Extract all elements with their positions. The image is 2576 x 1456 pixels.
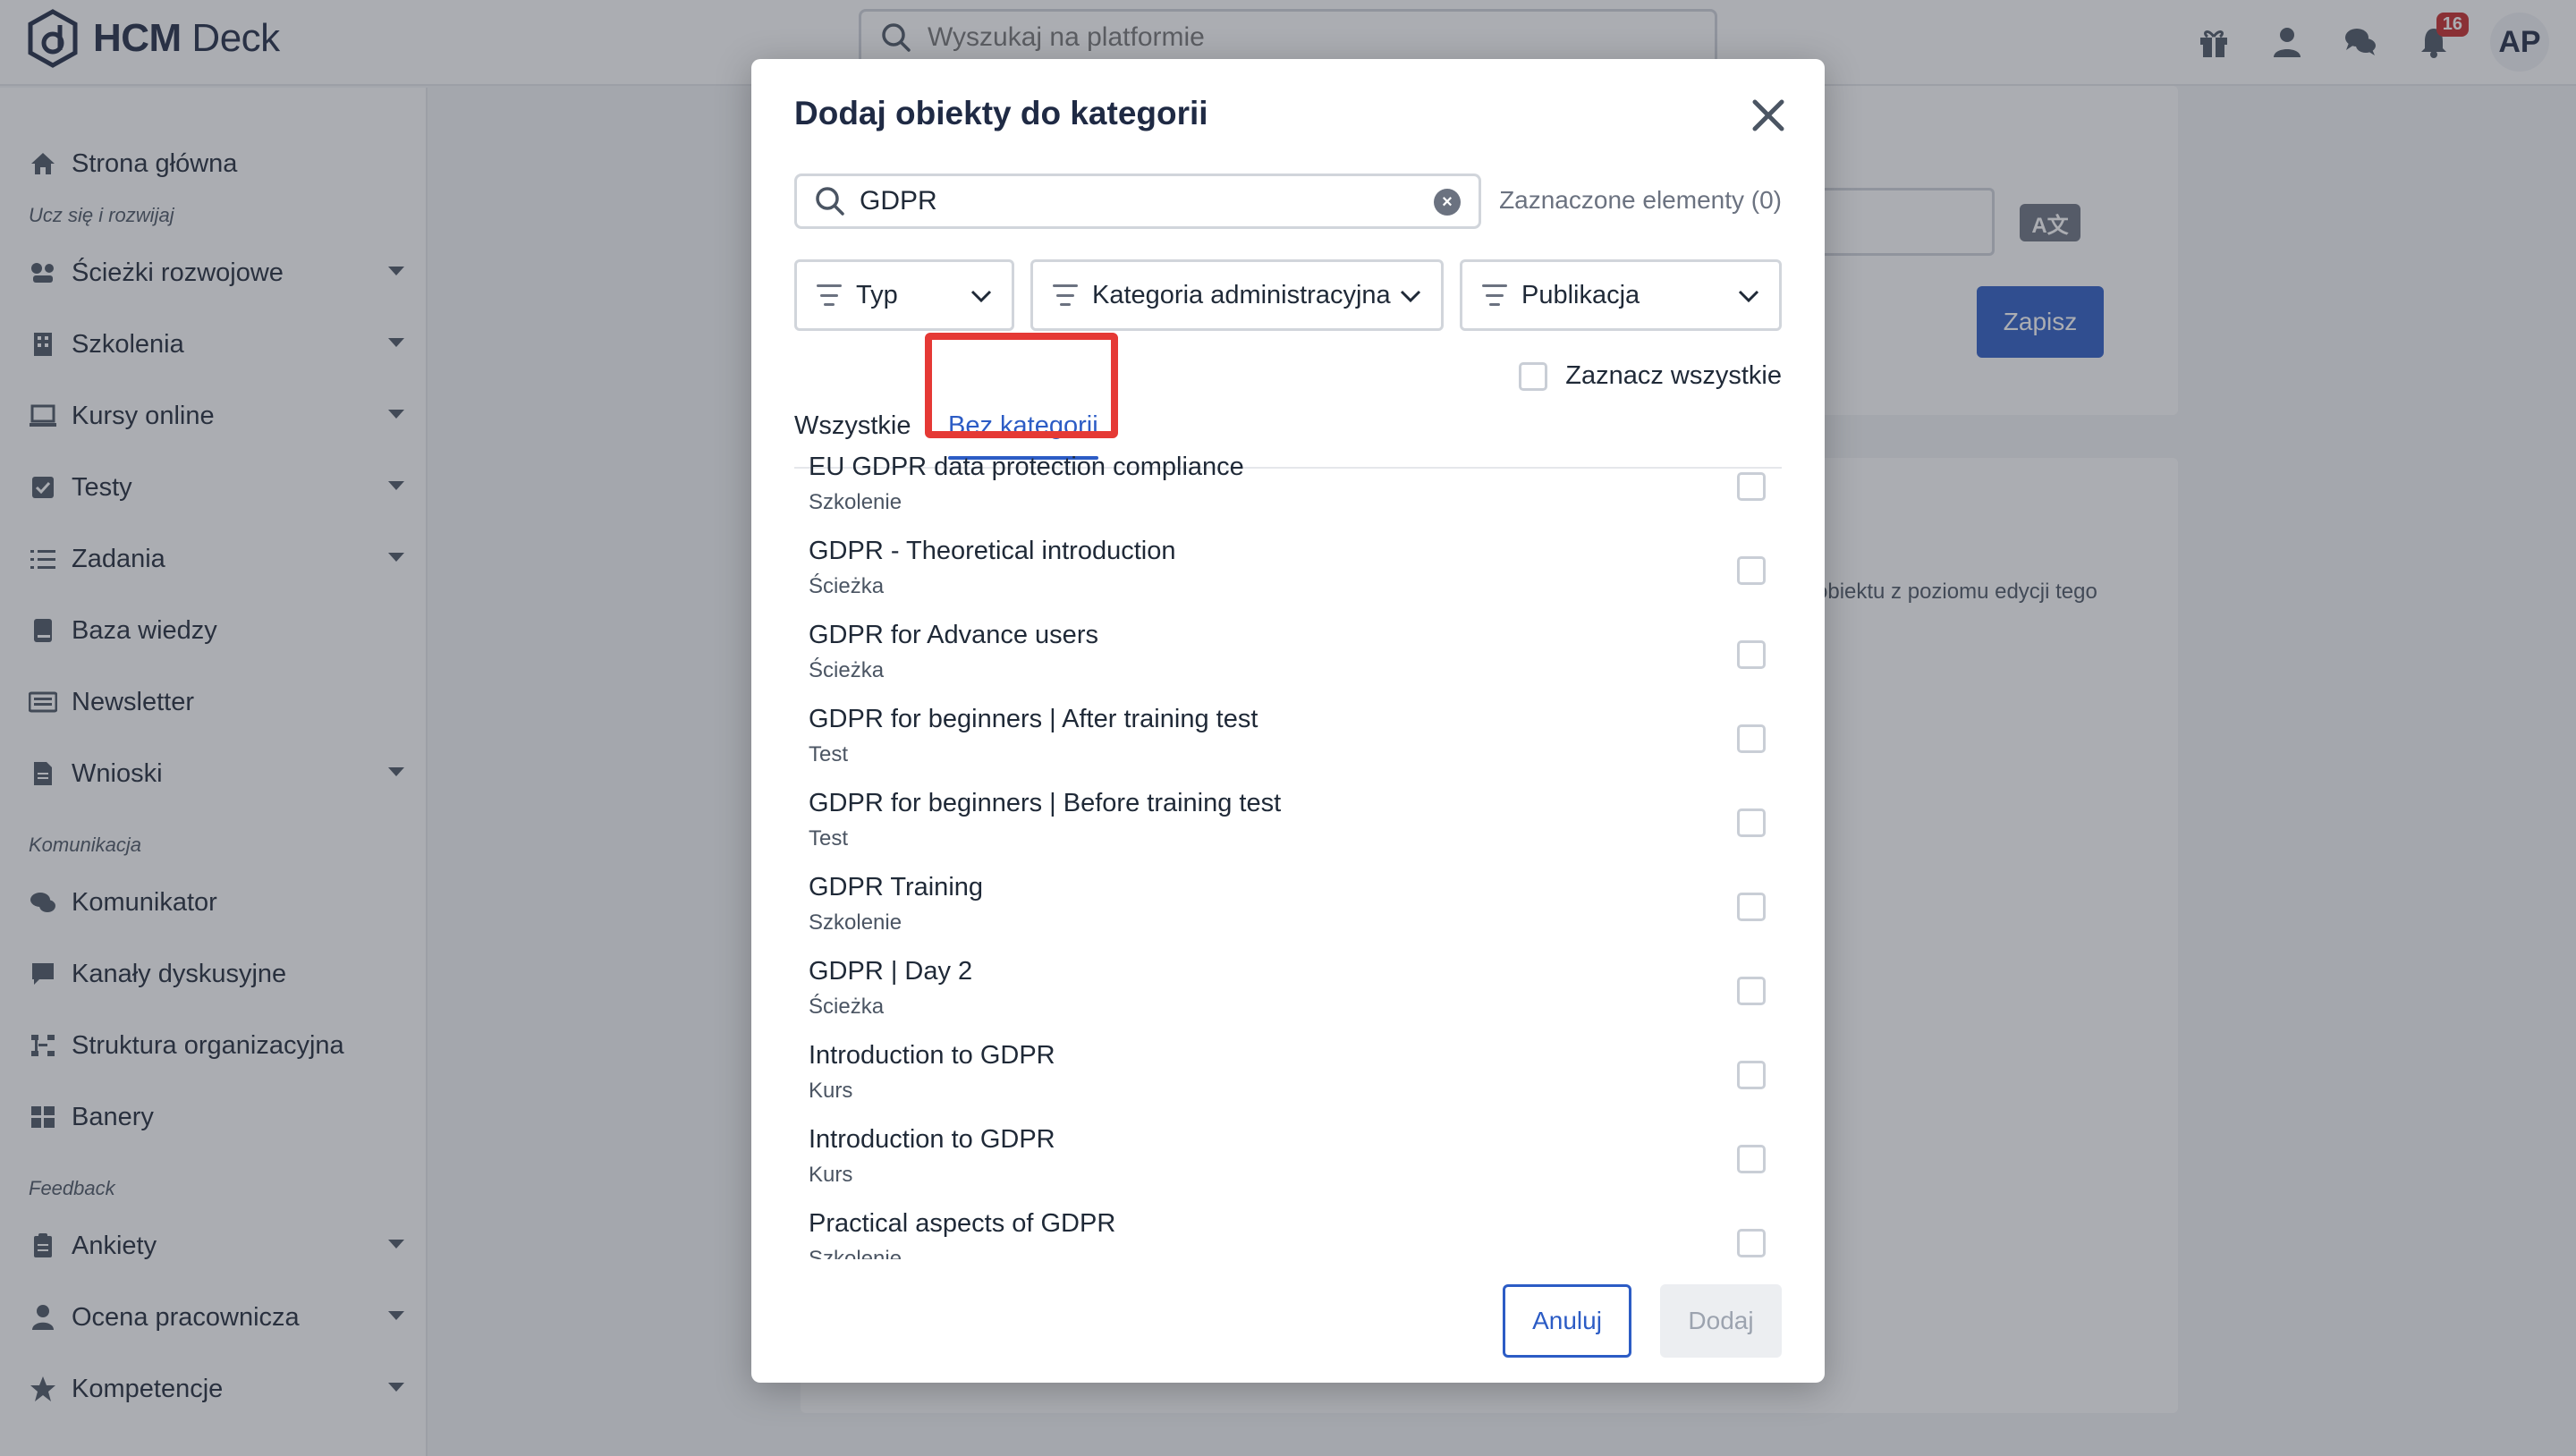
- item-type: Ścieżka: [809, 658, 885, 682]
- item-title: Introduction to GDPR: [809, 1125, 1055, 1154]
- chevron-down-icon: [1738, 290, 1759, 303]
- item-checkbox[interactable]: [1737, 977, 1766, 1005]
- selected-count: Zaznaczone elementy (0): [1499, 186, 1782, 214]
- search-icon: [816, 187, 844, 216]
- filter-admin-category[interactable]: Kategoria administracyjna: [1030, 259, 1444, 331]
- item-checkbox[interactable]: [1737, 1229, 1766, 1257]
- item-title: Practical aspects of GDPR: [809, 1209, 1116, 1238]
- item-checkbox[interactable]: [1737, 472, 1766, 501]
- modal-search[interactable]: ×: [794, 174, 1481, 229]
- item-checkbox[interactable]: [1737, 556, 1766, 585]
- clear-search-icon[interactable]: ×: [1434, 189, 1461, 216]
- item-type: Ścieżka: [809, 995, 885, 1019]
- modal-title: Dodaj obiekty do kategorii: [794, 95, 1208, 131]
- list-item[interactable]: GDPR for Advance users Ścieżka: [794, 615, 1782, 699]
- modal-search-input[interactable]: [860, 186, 1414, 216]
- list-item[interactable]: GDPR Training Szkolenie: [794, 868, 1782, 952]
- item-type: Test: [809, 826, 849, 851]
- filter-icon: [817, 284, 842, 306]
- item-title: GDPR Training: [809, 873, 984, 902]
- item-checkbox[interactable]: [1737, 808, 1766, 837]
- list-item[interactable]: GDPR | Day 2 Ścieżka: [794, 952, 1782, 1036]
- add-button[interactable]: Dodaj: [1660, 1284, 1782, 1358]
- item-checkbox[interactable]: [1737, 1061, 1766, 1089]
- item-title: GDPR | Day 2: [809, 957, 973, 986]
- item-title: GDPR for beginners | After training test: [809, 705, 1258, 733]
- highlight-box: [925, 333, 1118, 438]
- item-checkbox[interactable]: [1737, 893, 1766, 921]
- item-title: GDPR for Advance users: [809, 621, 1098, 649]
- list-item[interactable]: GDPR for beginners | After training test…: [794, 699, 1782, 783]
- item-checkbox[interactable]: [1737, 1145, 1766, 1173]
- cancel-button[interactable]: Anuluj: [1503, 1284, 1631, 1358]
- objects-list[interactable]: EU GDPR data protection compliance Szkol…: [794, 447, 1782, 1259]
- filter-label: Typ: [856, 280, 898, 309]
- chevron-down-icon: [1400, 290, 1421, 303]
- item-type: Test: [809, 742, 849, 766]
- item-checkbox[interactable]: [1737, 640, 1766, 669]
- item-title: GDPR - Theoretical introduction: [809, 537, 1176, 565]
- list-item[interactable]: GDPR for beginners | Before training tes…: [794, 783, 1782, 868]
- item-title: GDPR for beginners | Before training tes…: [809, 789, 1282, 817]
- filter-label: Kategoria administracyjna: [1092, 280, 1391, 309]
- item-type: Kurs: [809, 1163, 853, 1187]
- filter-label: Publikacja: [1521, 280, 1640, 309]
- select-all-checkbox[interactable]: [1519, 361, 1548, 391]
- item-type: Szkolenie: [809, 1247, 902, 1259]
- filter-publication[interactable]: Publikacja: [1460, 259, 1782, 331]
- item-type: Szkolenie: [809, 910, 902, 935]
- select-all[interactable]: Zaznacz wszystkie: [1519, 361, 1782, 391]
- filter-icon: [1482, 284, 1507, 306]
- item-title: EU GDPR data protection compliance: [809, 453, 1244, 481]
- add-objects-modal: Dodaj obiekty do kategorii × Zaznaczone …: [751, 59, 1825, 1383]
- list-item[interactable]: GDPR - Theoretical introduction Ścieżka: [794, 531, 1782, 615]
- select-all-label: Zaznacz wszystkie: [1565, 361, 1782, 390]
- list-item[interactable]: Introduction to GDPR Kurs: [794, 1120, 1782, 1204]
- list-item[interactable]: Introduction to GDPR Kurs: [794, 1036, 1782, 1120]
- list-item[interactable]: Practical aspects of GDPR Szkolenie: [794, 1204, 1782, 1259]
- filter-icon: [1053, 284, 1078, 306]
- chevron-down-icon: [970, 290, 992, 303]
- item-checkbox[interactable]: [1737, 724, 1766, 753]
- close-icon[interactable]: [1748, 95, 1789, 136]
- list-item[interactable]: EU GDPR data protection compliance Szkol…: [794, 447, 1782, 531]
- filter-type[interactable]: Typ: [794, 259, 1014, 331]
- item-type: Kurs: [809, 1079, 853, 1103]
- item-type: Szkolenie: [809, 490, 902, 514]
- item-title: Introduction to GDPR: [809, 1041, 1055, 1070]
- item-type: Ścieżka: [809, 574, 885, 598]
